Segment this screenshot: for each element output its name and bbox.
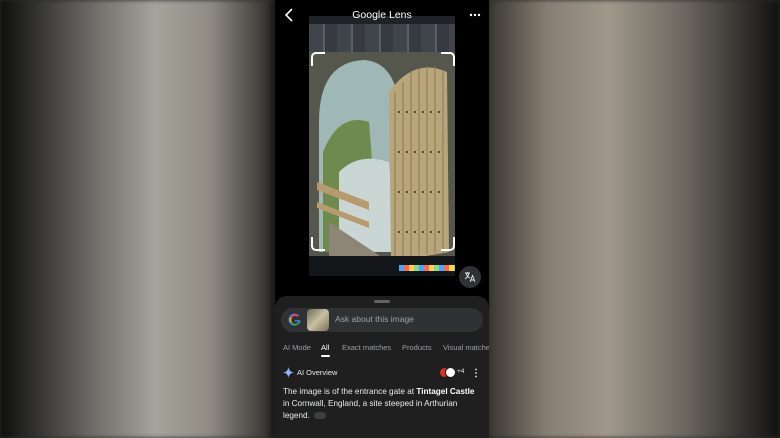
- kebab-icon[interactable]: [473, 367, 479, 379]
- tab-exact-matches[interactable]: Exact matches: [342, 343, 391, 352]
- highlighted-entity: Tintagel Castle: [416, 387, 475, 396]
- results-sheet: Ask about this image AI Mode All Exact m…: [275, 296, 489, 438]
- image-thumbnail[interactable]: [307, 309, 329, 331]
- page-title: Google Lens: [352, 9, 412, 21]
- castle-gate-image: [309, 52, 455, 266]
- search-bar[interactable]: Ask about this image: [281, 308, 483, 332]
- search-input[interactable]: Ask about this image: [335, 314, 414, 324]
- sparkle-icon: [283, 367, 294, 378]
- ai-overview-text: The image is of the entrance gate at Tin…: [283, 387, 475, 420]
- ai-overview-label: AI Overview: [297, 368, 338, 377]
- photo-dock-icons: [399, 265, 455, 271]
- crop-corner-bottom-right[interactable]: [441, 237, 455, 251]
- tab-visual-matches[interactable]: Visual matches: [443, 343, 489, 352]
- top-bar: Google Lens: [275, 0, 489, 30]
- link-icon[interactable]: [314, 412, 327, 420]
- phone-screen: Google Lens Ask about this image AI Mode…: [275, 0, 489, 438]
- captured-photo: [309, 16, 455, 276]
- crop-corner-top-right[interactable]: [441, 52, 455, 66]
- translate-icon: [464, 272, 476, 283]
- google-g-icon: [288, 313, 301, 326]
- source-favicon[interactable]: [445, 367, 456, 378]
- source-count[interactable]: +4: [457, 368, 464, 375]
- drag-handle[interactable]: [374, 300, 390, 303]
- tab-ai-mode[interactable]: AI Mode: [283, 343, 311, 352]
- crop-corner-bottom-left[interactable]: [311, 237, 325, 251]
- tab-products[interactable]: Products: [402, 343, 432, 352]
- tab-all[interactable]: All: [321, 343, 329, 352]
- crop-corner-top-left[interactable]: [311, 52, 325, 66]
- filter-tabs: AI Mode All Exact matches Products Visua…: [275, 340, 489, 358]
- ai-overview-header: AI Overview +4: [275, 366, 489, 380]
- more-icon[interactable]: [469, 7, 481, 23]
- translate-button[interactable]: [459, 266, 481, 288]
- active-tab-indicator: [321, 355, 330, 357]
